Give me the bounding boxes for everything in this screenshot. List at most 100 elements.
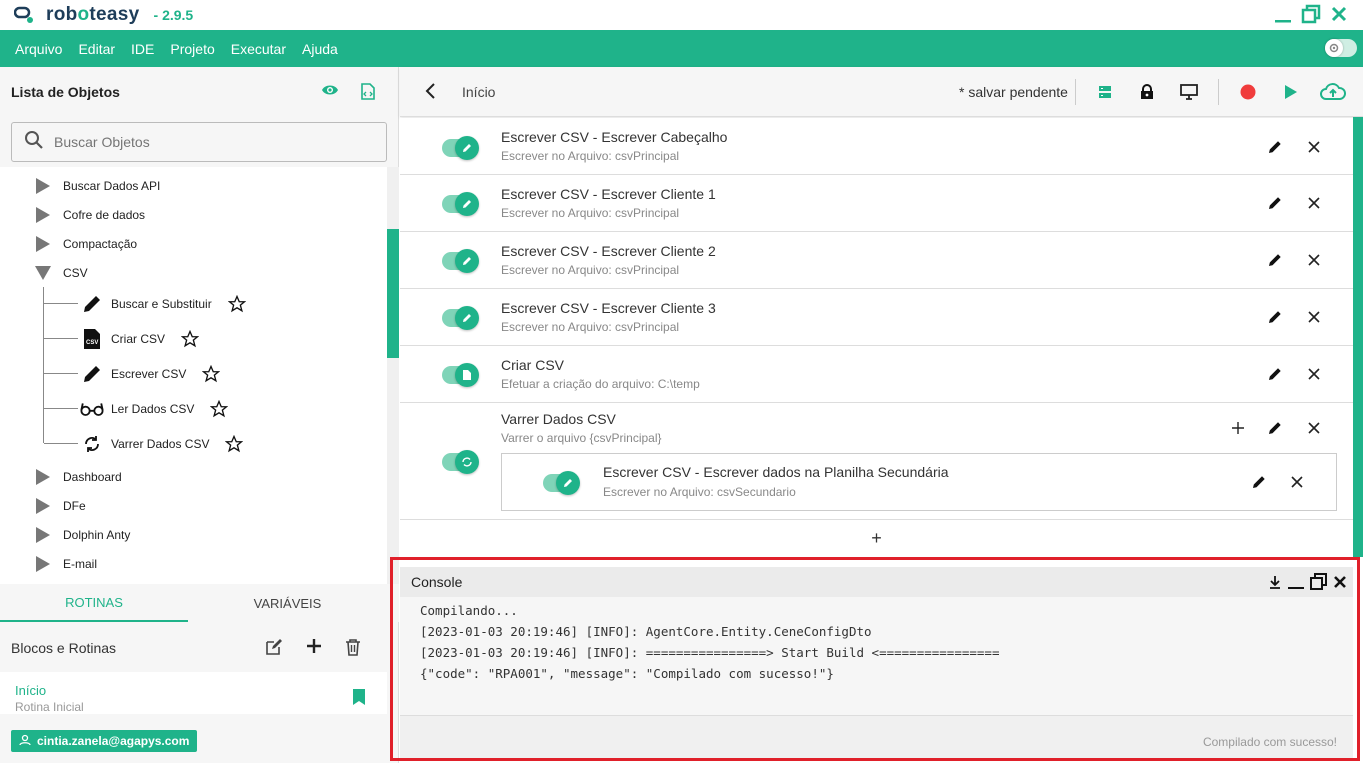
editor-toolbar: Início * salvar pendente [400,67,1363,117]
edit-pencil-icon[interactable] [1265,418,1285,438]
step-title: Escrever CSV - Escrever Cliente 3 [501,300,716,316]
pencil-icon [455,136,479,160]
theme-toggle[interactable] [1325,39,1357,57]
close-icon[interactable] [1329,3,1349,25]
code-file-icon[interactable] [361,83,375,105]
tree-child-varrer-dados-csv[interactable]: Varrer Dados CSV [44,426,244,461]
menu-projeto[interactable]: Projeto [162,41,222,57]
star-icon[interactable] [202,364,221,383]
step-toggle[interactable] [442,450,479,474]
star-icon[interactable] [181,329,200,348]
step-title: Escrever CSV - Escrever dados na Planilh… [603,464,949,480]
tree-child-buscar-e-substituir[interactable]: Buscar e Substituir [44,286,246,321]
step-item[interactable]: Escrever CSV - Escrever Cliente 3 Escrev… [400,289,1353,346]
search-input[interactable] [54,134,354,150]
cloud-upload-icon[interactable] [1319,81,1347,103]
menu-executar[interactable]: Executar [223,41,294,57]
edit-pencil-icon[interactable] [1265,250,1285,270]
edit-pencil-icon[interactable] [1249,472,1269,492]
close-icon[interactable] [1287,472,1307,492]
step-toggle[interactable] [442,249,479,273]
routine-item-inicio[interactable]: Início Rotina Inicial [0,672,387,714]
step-toggle[interactable] [442,306,479,330]
breadcrumb: Início [462,84,496,100]
add-icon[interactable] [306,638,322,661]
star-icon[interactable] [210,399,229,418]
tab-variaveis[interactable]: VARIÁVEIS [188,584,387,622]
menu-ide[interactable]: IDE [123,41,162,57]
expand-arrow-icon[interactable] [36,526,50,543]
minimize-icon[interactable] [1273,3,1293,25]
menu-ajuda[interactable]: Ajuda [294,41,346,57]
close-icon[interactable] [1304,364,1324,384]
window-controls [1273,3,1349,25]
lock-icon[interactable] [1136,81,1158,103]
add-child-icon[interactable] [1228,418,1248,438]
menu-editar[interactable]: Editar [70,41,123,57]
edit-pencil-icon[interactable] [1265,307,1285,327]
expand-arrow-icon[interactable] [36,235,50,252]
pencil-icon [455,192,479,216]
step-subtitle: Escrever no Arquivo: csvSecundario [603,485,796,499]
logo-icon [13,5,36,25]
edit-pencil-icon[interactable] [1265,364,1285,384]
edit-icon[interactable] [265,638,283,661]
console-highlight-frame [390,557,1360,761]
record-icon[interactable] [1237,81,1259,103]
step-toggle[interactable] [442,136,479,160]
close-icon[interactable] [1304,137,1324,157]
edit-pencil-icon[interactable] [1265,193,1285,213]
tree-scrollbar-thumb[interactable] [387,229,399,358]
eye-icon[interactable] [321,83,339,105]
user-icon [19,734,31,749]
expand-arrow-icon[interactable] [36,555,50,572]
expand-arrow-icon[interactable] [36,468,50,485]
tree-child-escrever-csv[interactable]: Escrever CSV [44,356,221,391]
close-icon[interactable] [1304,307,1324,327]
nested-step-item[interactable]: Escrever CSV - Escrever dados na Planilh… [501,453,1337,511]
search-icon [24,130,44,155]
step-item-loop[interactable]: Varrer Dados CSV Varrer o arquivo {csvPr… [400,403,1353,520]
star-icon[interactable] [225,434,244,453]
tree-child-criar-csv[interactable]: CSV Criar CSV [44,321,200,356]
step-title: Varrer Dados CSV [501,411,616,427]
object-tree: Buscar Dados API Cofre de dados Compacta… [0,167,387,584]
play-icon[interactable] [1280,81,1302,103]
chevron-left-icon[interactable] [424,82,438,105]
close-icon[interactable] [1304,193,1324,213]
bookmark-icon[interactable] [352,688,366,711]
database-icon[interactable] [1094,81,1116,103]
step-title: Escrever CSV - Escrever Cliente 1 [501,186,716,202]
tab-rotinas[interactable]: ROTINAS [0,584,188,622]
step-item[interactable]: Criar CSV Efetuar a criação do arquivo: … [400,346,1353,403]
user-badge[interactable]: cintia.zanela@agapys.com [11,730,198,752]
expand-arrow-icon[interactable] [36,177,50,194]
title-bar: roboteasy - 2.9.5 [0,0,1363,30]
edit-pencil-icon[interactable] [1265,137,1285,157]
expand-arrow-icon[interactable] [36,497,50,514]
monitor-icon[interactable] [1178,81,1200,103]
expand-arrow-icon[interactable] [36,206,50,223]
collapse-arrow-icon[interactable] [35,265,51,280]
step-item[interactable]: Escrever CSV - Escrever Cliente 1 Escrev… [400,175,1353,232]
trash-icon[interactable] [345,638,361,661]
tree-child-ler-dados-csv[interactable]: Ler Dados CSV [44,391,229,426]
step-toggle[interactable] [442,363,479,387]
close-icon[interactable] [1304,418,1324,438]
menu-bar: Arquivo Editar IDE Projeto Executar Ajud… [0,30,1363,67]
step-toggle[interactable] [442,192,479,216]
editor-scrollbar[interactable] [1353,117,1363,557]
routine-title: Início [15,683,47,698]
app-logo: roboteasy - 2.9.5 [13,4,193,26]
step-item[interactable]: Escrever CSV - Escrever Cliente 2 Escrev… [400,232,1353,289]
close-icon[interactable] [1304,250,1324,270]
search-objects[interactable] [11,122,387,162]
star-icon[interactable] [227,294,246,313]
csv-file-icon: CSV [80,327,104,351]
step-toggle[interactable] [543,471,580,495]
add-step-button[interactable]: + [400,520,1353,556]
restore-icon[interactable] [1301,3,1321,25]
step-item[interactable]: Escrever CSV - Escrever Cabeçalho Escrev… [400,118,1353,175]
blocks-header: Blocos e Rotinas [0,627,387,667]
menu-arquivo[interactable]: Arquivo [7,41,70,57]
